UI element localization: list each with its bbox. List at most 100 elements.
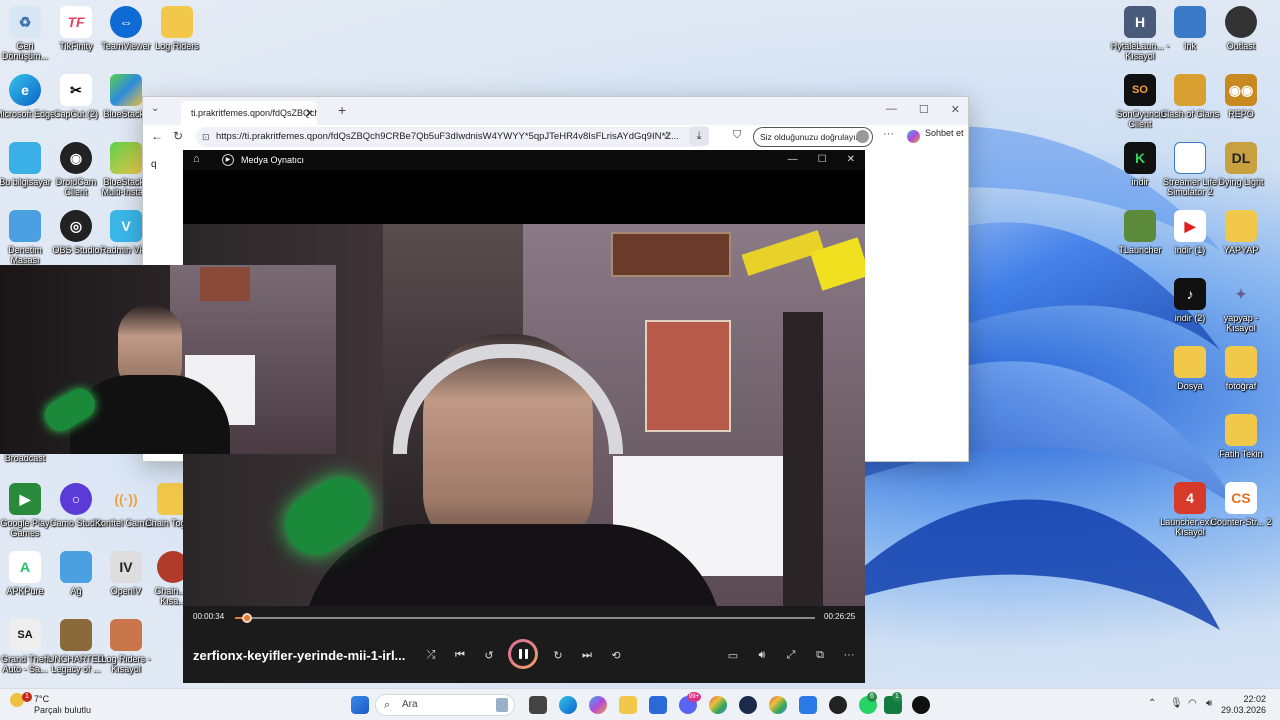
google-play-games-icon: ▶ — [9, 483, 41, 515]
camo-icon: ○ — [60, 483, 92, 515]
teamviewer-icon: ⇔ — [110, 6, 142, 38]
wifi-icon[interactable]: ◠ — [1188, 698, 1197, 709]
player-title-bar: ⌂ ▶ Medya Oynatıcı — ☐ ✕ — [183, 150, 865, 170]
video-title: zerfionx-keyifler-yerinde-mii-1-irl... — [193, 648, 406, 663]
task-view-icon[interactable] — [529, 696, 547, 714]
media-player-taskbar-icon[interactable] — [912, 696, 930, 714]
copilot-icon — [907, 130, 920, 143]
refresh-icon[interactable]: ↻ — [173, 129, 183, 143]
counter-strike-icon: CS — [1225, 482, 1257, 514]
tab-close-icon[interactable]: ✕ — [305, 101, 313, 125]
fullscreen-icon[interactable]: ⤢ — [782, 646, 800, 664]
start-windows-icon[interactable] — [351, 696, 369, 714]
video-pole — [783, 312, 823, 608]
favorite-star-icon[interactable]: ☆ — [662, 129, 672, 142]
next-icon[interactable]: ⏭ — [578, 646, 596, 664]
hytale-icon: H — [1124, 6, 1156, 38]
search-icon: ⌕ — [384, 699, 391, 711]
player-window-controls: — ☐ ✕ — [788, 154, 855, 165]
browser-tab[interactable]: ti.prakritfemes.qpon/fdQsZBQch... ✕ — [181, 101, 317, 125]
konftel-icon: ((·)) — [114, 491, 138, 507]
sonoyuncu-icon: SO — [1124, 74, 1156, 106]
outlast-icon — [1225, 6, 1257, 38]
shield-icon[interactable]: ⛉ — [733, 129, 741, 142]
edge-taskbar-icon[interactable] — [559, 696, 577, 714]
previous-icon[interactable]: ⏮ — [451, 646, 469, 664]
weather-badge: 1 — [22, 692, 32, 702]
close-icon[interactable]: ✕ — [951, 103, 960, 116]
tab-list-chevron-icon[interactable]: ⌄ — [151, 103, 159, 114]
shuffle-icon[interactable]: ⤮ — [422, 646, 440, 664]
rewind-10-icon[interactable]: ↺ — [480, 646, 498, 664]
chrome-icon[interactable] — [709, 696, 727, 714]
seek-bar-thumb[interactable] — [242, 613, 253, 623]
discord-badge: 99+ — [687, 692, 701, 702]
copilot-taskbar-icon[interactable] — [589, 696, 607, 714]
cam-poster — [200, 267, 250, 301]
download-icon[interactable]: ⤓ — [689, 126, 709, 146]
weather-widget[interactable]: 1 7°C Parçalı bulutlu — [10, 692, 91, 715]
media-player-app-icon: ▶ — [222, 154, 234, 166]
elapsed-time: 00:00:34 — [193, 612, 225, 621]
chrome-profile-icon[interactable] — [769, 696, 787, 714]
gta-icon: SA — [9, 619, 41, 651]
seek-bar[interactable] — [235, 613, 815, 623]
more-options-icon[interactable]: ··· — [840, 646, 858, 664]
taskbar-search[interactable]: ⌕ Ara — [375, 694, 515, 716]
verify-identity-button[interactable]: Siz olduğunuzu doğrulayın — [753, 127, 873, 147]
control-panel-icon — [9, 210, 41, 242]
minimize-icon[interactable]: — — [886, 103, 897, 116]
folder-icon — [1225, 210, 1257, 242]
repo-desktop-icon[interactable]: ◉◉ REPO — [1209, 74, 1273, 119]
back-icon[interactable]: ← — [151, 129, 163, 143]
steam-icon[interactable] — [739, 696, 757, 714]
apkpure-icon: A — [9, 551, 41, 583]
volume-icon[interactable]: 🔊︎ — [753, 646, 771, 664]
taskbar-clock[interactable]: 22:02 29.03.2026 — [1221, 694, 1266, 716]
edge-icon: e — [9, 74, 41, 106]
defender-shield-icon[interactable] — [799, 696, 817, 714]
tikfinity-icon: TF — [60, 6, 92, 38]
tray-overflow-chevron-icon[interactable]: ⌃ — [1148, 698, 1156, 709]
fotograf-folder-desktop-icon[interactable]: fotoğraf — [1209, 346, 1273, 391]
droidcam-icon: ◉ — [60, 142, 92, 174]
copilot-chat-button[interactable]: Sohbet et — [925, 128, 964, 138]
mini-player-icon[interactable]: ⧉ — [811, 646, 829, 664]
clock-date: 29.03.2026 — [1220, 705, 1266, 715]
store-icon[interactable] — [649, 696, 667, 714]
microphone-icon[interactable]: 🎙︎ — [1170, 698, 1183, 709]
minimize-icon[interactable]: — — [788, 154, 798, 165]
file-explorer-icon[interactable] — [619, 696, 637, 714]
maximize-icon[interactable]: ☐ — [919, 103, 929, 116]
new-tab-button[interactable]: + — [338, 102, 346, 118]
page-content-text: q — [151, 159, 157, 170]
dying-light-desktop-icon[interactable]: DL Dying Light — [1209, 142, 1273, 187]
fatih-tekin-folder-desktop-icon[interactable]: Fatih Tekin — [1209, 414, 1273, 459]
yapyap-folder-desktop-icon[interactable]: YAPYAP — [1209, 210, 1273, 255]
player-controls: 00:00:34 00:26:25 zerfionx-keyifler-yeri… — [183, 606, 865, 683]
outlast-desktop-icon[interactable]: Outlast — [1209, 6, 1273, 51]
url-input[interactable]: ⊡ https://ti.prakritfemes.qpon/fdQsZBQch… — [196, 127, 706, 147]
recycle-bin-icon: ♻ — [9, 6, 41, 38]
ink-icon — [1174, 6, 1206, 38]
folder-icon — [161, 6, 193, 38]
counter-strike-desktop-icon[interactable]: CS Counter-Str... 2 — [1209, 482, 1273, 527]
pause-button[interactable] — [508, 639, 538, 669]
volume-tray-icon[interactable]: 🔊︎ — [1206, 698, 1212, 709]
maximize-icon[interactable]: ☐ — [818, 154, 827, 165]
yapyap-shortcut-desktop-icon[interactable]: ✦ yapyap - Kısayol — [1209, 278, 1273, 334]
close-icon[interactable]: ✕ — [847, 154, 855, 165]
dying-light-icon: DL — [1225, 142, 1257, 174]
uncharted-icon — [60, 619, 92, 651]
site-info-icon[interactable]: ⊡ — [202, 127, 210, 147]
repeat-off-icon[interactable]: ⟲ — [607, 646, 625, 664]
whatsapp-badge: 6 — [867, 692, 877, 702]
more-options-icon[interactable]: ··· — [883, 128, 894, 140]
forward-30-icon[interactable]: ↻ — [549, 646, 567, 664]
subtitles-icon[interactable]: ▭ — [724, 646, 742, 664]
log-riders-folder-desktop-icon[interactable]: Log Riders — [145, 6, 209, 51]
home-icon[interactable]: ⌂ — [193, 153, 200, 165]
obs-taskbar-icon[interactable] — [829, 696, 847, 714]
broadcast-desktop-icon[interactable]: Broadcast — [0, 453, 57, 463]
log-riders-shortcut-desktop-icon[interactable]: Log Riders - Kısayol — [94, 619, 158, 674]
